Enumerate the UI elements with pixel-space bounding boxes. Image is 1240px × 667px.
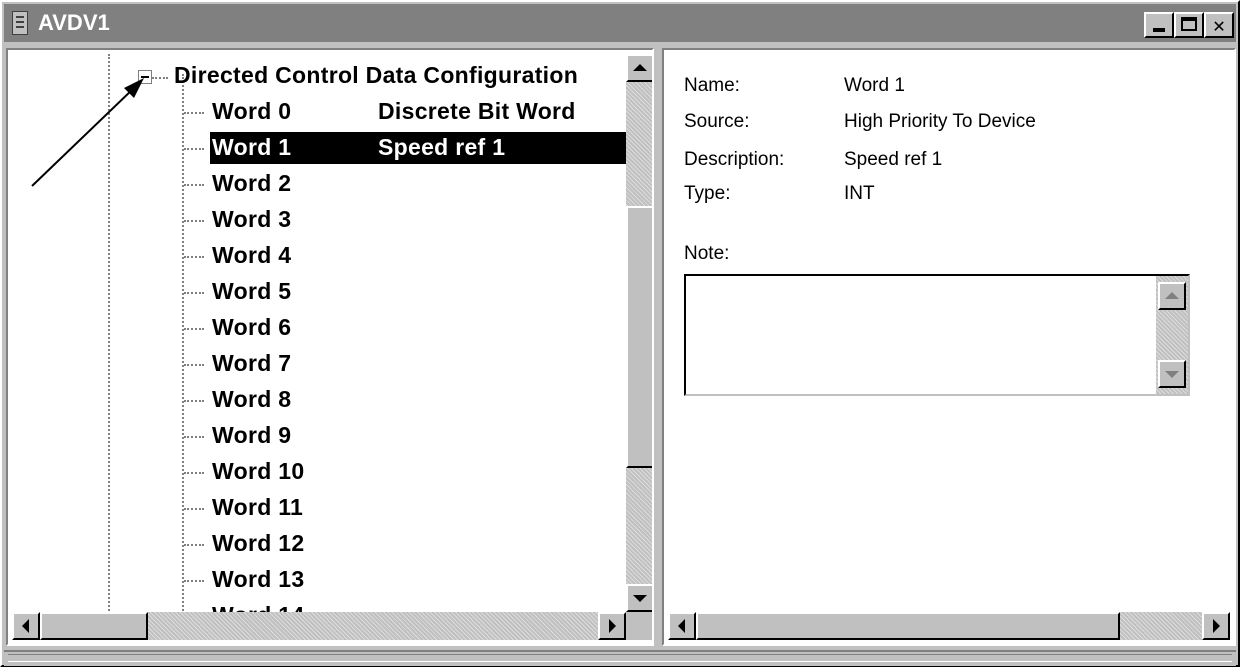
- tree-root-label[interactable]: Directed Control Data Configuration: [174, 60, 578, 90]
- properties-horizontal-scrollbar[interactable]: [668, 612, 1230, 640]
- arrow-down-icon: [633, 595, 647, 602]
- name-label: Name:: [684, 75, 740, 96]
- scroll-up-button[interactable]: [626, 54, 652, 82]
- arrow-right-icon: [609, 619, 616, 633]
- tree-item-word-7[interactable]: Word 7: [212, 348, 291, 378]
- tree-item-word-10[interactable]: Word 10: [212, 456, 304, 486]
- tree-connector: [184, 184, 204, 186]
- note-scroll-down-button[interactable]: [1158, 360, 1186, 388]
- description-value: Speed ref 1: [844, 149, 943, 170]
- tree-connector: [184, 436, 204, 438]
- source-value: High Priority To Device: [844, 111, 1036, 132]
- scrollbar-corner: [626, 612, 652, 640]
- tree-connector: [184, 580, 204, 582]
- scroll-thumb[interactable]: [626, 206, 652, 468]
- window-title: AVDV1: [38, 10, 110, 35]
- maximize-icon: [1181, 17, 1197, 31]
- name-value: Word 1: [844, 75, 905, 96]
- tree-connector: [184, 112, 204, 114]
- note-vertical-scrollbar[interactable]: [1156, 276, 1188, 394]
- tree-item-word-6[interactable]: Word 6: [212, 312, 291, 342]
- tree-item-word-12[interactable]: Word 12: [212, 528, 304, 558]
- tree-vertical-scrollbar[interactable]: [626, 54, 652, 612]
- tree-item-word-13[interactable]: Word 13: [212, 564, 304, 594]
- scroll-down-button[interactable]: [626, 584, 652, 612]
- tree-item-label: Word 0: [212, 98, 292, 124]
- tree-connector: [184, 256, 204, 258]
- tree-connector: [184, 364, 204, 366]
- tree-item-word-4[interactable]: Word 4: [212, 240, 291, 270]
- title-bar[interactable]: AVDV1 ✕: [4, 4, 1236, 42]
- minimize-icon: [1153, 28, 1165, 32]
- tree-item-label: Word 1: [212, 134, 292, 160]
- type-label: Type:: [684, 183, 731, 204]
- arrow-left-icon: [678, 619, 685, 633]
- tree-item-word-3[interactable]: Word 3: [212, 204, 291, 234]
- properties-panel: Name: Word 1 Source: High Priority To De…: [668, 54, 1230, 612]
- tree-connector: [184, 328, 204, 330]
- tree-view[interactable]: Directed Control Data Configuration Word…: [12, 54, 626, 612]
- annotation-arrow-icon: [31, 78, 144, 187]
- description-label: Description:: [684, 149, 785, 170]
- tree-horizontal-scrollbar[interactable]: [12, 612, 626, 640]
- arrow-down-icon: [1165, 371, 1179, 378]
- maximize-button[interactable]: [1174, 12, 1204, 38]
- status-bar-divider: [8, 654, 1232, 662]
- tree-item-word-5[interactable]: Word 5: [212, 276, 291, 306]
- pane-splitter[interactable]: [654, 48, 662, 646]
- tree-connector: [184, 544, 204, 546]
- tree-connector: [184, 220, 204, 222]
- tree-pane: Directed Control Data Configuration Word…: [6, 48, 654, 646]
- tree-connector: [184, 148, 204, 150]
- app-window: AVDV1 ✕ Directed Control Data Configurat…: [0, 0, 1240, 667]
- tree-connector: [184, 400, 204, 402]
- type-value: INT: [844, 183, 875, 204]
- tree-item-word-11[interactable]: Word 11: [212, 492, 303, 522]
- tree-item-word-8[interactable]: Word 8: [212, 384, 291, 414]
- document-icon[interactable]: [12, 11, 28, 35]
- note-scroll-up-button[interactable]: [1158, 282, 1186, 310]
- tree-connector: [184, 472, 204, 474]
- scroll-left-button[interactable]: [668, 612, 696, 640]
- minimize-button[interactable]: [1144, 12, 1174, 38]
- close-button[interactable]: ✕: [1204, 12, 1234, 38]
- arrow-up-icon: [1165, 292, 1179, 299]
- tree-item-value: Speed ref 1: [378, 134, 506, 160]
- status-bar: [4, 650, 1236, 666]
- scroll-thumb[interactable]: [696, 612, 1120, 640]
- note-textarea[interactable]: [684, 274, 1190, 396]
- tree-item-word-14[interactable]: Word 14: [212, 600, 304, 612]
- scroll-left-button[interactable]: [12, 612, 40, 640]
- tree-item-value: Discrete Bit Word: [378, 98, 576, 124]
- tree-item-word-9[interactable]: Word 9: [212, 420, 291, 450]
- scroll-right-button[interactable]: [1202, 612, 1230, 640]
- scroll-thumb[interactable]: [40, 612, 148, 640]
- scroll-right-button[interactable]: [598, 612, 626, 640]
- properties-pane: Name: Word 1 Source: High Priority To De…: [662, 48, 1236, 646]
- tree-item-word-2[interactable]: Word 2: [212, 168, 291, 198]
- note-label: Note:: [684, 243, 730, 264]
- source-label: Source:: [684, 111, 750, 132]
- arrow-right-icon: [1213, 619, 1220, 633]
- tree-connector: [184, 292, 204, 294]
- arrow-left-icon: [22, 619, 29, 633]
- arrow-up-icon: [633, 64, 647, 71]
- tree-connector: [184, 508, 204, 510]
- close-icon: ✕: [1212, 13, 1226, 37]
- tree-child-line: [182, 74, 184, 612]
